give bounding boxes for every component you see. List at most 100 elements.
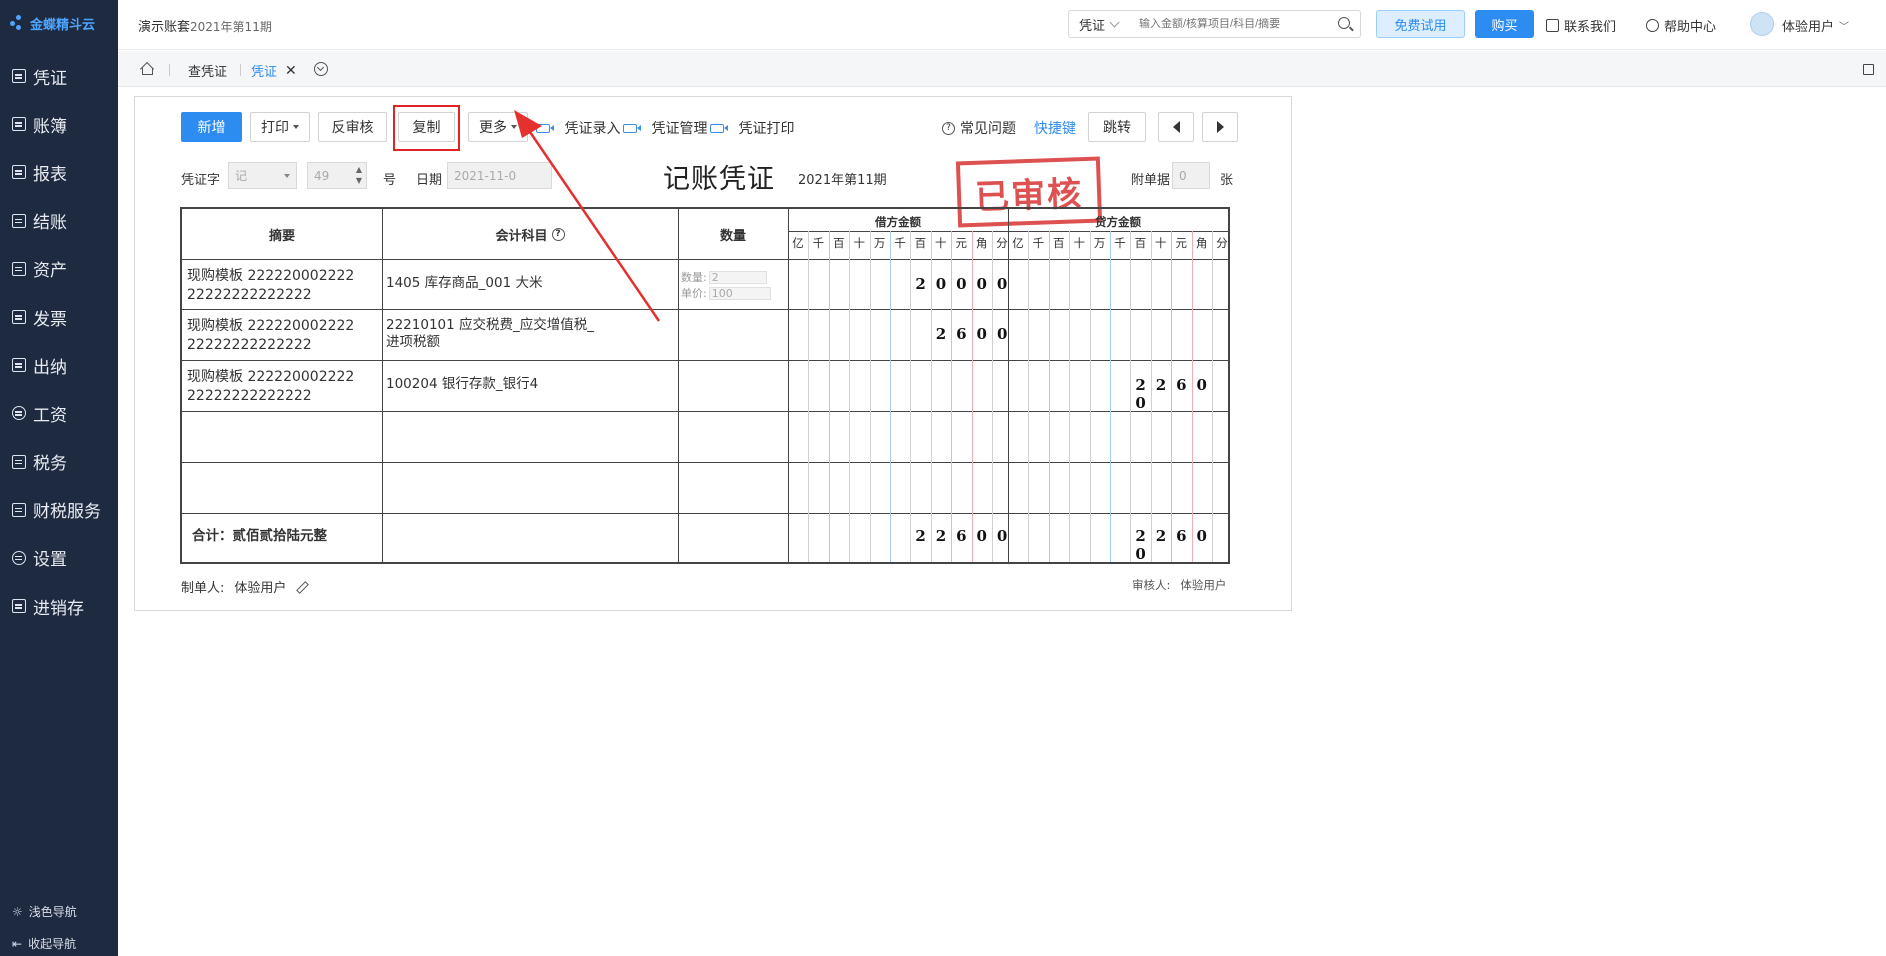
digit-unit: 角	[1195, 236, 1208, 250]
digit-unit: 亿	[1012, 236, 1024, 250]
sidebar-item[interactable]: 资产	[0, 245, 118, 293]
sidebar-item[interactable]: 发票	[0, 293, 118, 341]
search-type-select[interactable]: 凭证	[1069, 15, 1139, 34]
account-cell[interactable]: 100204 银行存款_银行4	[386, 376, 606, 393]
sidebar: 金蝶精斗云 凭证 账簿 报表 结账 资产 发票出纳工资 税务 财税服务 设置 进销存 ☼ 浅色导航…	[0, 0, 118, 956]
close-icon[interactable]: ✕	[285, 63, 297, 79]
voucher-print-link[interactable]: 凭证打印	[710, 118, 794, 138]
prev-voucher-button[interactable]	[1158, 112, 1194, 142]
faq-link[interactable]: ? 常见问题	[942, 118, 1016, 138]
price-input-row[interactable]: 单价: 100	[681, 285, 771, 301]
edit-icon[interactable]	[296, 581, 308, 593]
nav-icon	[12, 165, 26, 180]
column-divider	[382, 209, 383, 562]
help-link[interactable]: 帮助中心	[1646, 16, 1716, 35]
header-account-label: 会计科目	[495, 229, 548, 244]
shortcut-link[interactable]: 快捷键	[1034, 118, 1076, 138]
nav-icon	[12, 406, 26, 421]
nav-icon	[12, 550, 26, 565]
account-cell[interactable]: 1405 库存商品_001 大米	[386, 275, 606, 292]
stepper-arrows-icon[interactable]: ▲ ▼	[356, 164, 362, 186]
summary-cell[interactable]: 现购模板 222220002222 22222222222222	[187, 267, 377, 305]
sidebar-item[interactable]: 出纳	[0, 341, 118, 389]
search-icon[interactable]	[1330, 11, 1360, 37]
voucher-period: 2021年第11期	[798, 173, 887, 188]
nav-icon	[12, 213, 26, 228]
main-content: 新增 打印 反审核 复制 更多 凭证录入 凭证管理 凭证打印 ? 常见问题 快捷…	[118, 88, 1886, 956]
sidebar-item-label: 出纳	[33, 357, 67, 378]
free-trial-button[interactable]: 免费试用	[1376, 10, 1465, 38]
sidebar-item[interactable]: 工资	[0, 389, 118, 437]
sidebar-item[interactable]: 税务	[0, 438, 118, 486]
attachments-unit: 张	[1220, 173, 1234, 188]
fullscreen-icon[interactable]	[1863, 64, 1874, 75]
contact-link[interactable]: 联系我们	[1546, 16, 1616, 35]
digit-grid-line	[1089, 231, 1091, 562]
chevron-down-icon	[1109, 17, 1120, 27]
voucher-panel: 新增 打印 反审核 复制 更多 凭证录入 凭证管理 凭证打印 ? 常见问题 快捷…	[134, 96, 1292, 611]
nav-icon	[12, 502, 26, 517]
digit-grid-line	[890, 231, 891, 562]
home-icon[interactable]	[140, 62, 153, 75]
debit-amount[interactable]: 20000	[910, 275, 1012, 293]
qty-field[interactable]: 2	[708, 270, 767, 284]
buy-button[interactable]: 购买	[1475, 10, 1534, 38]
credit-amount[interactable]: 2 2 6 00	[1130, 376, 1228, 412]
sidebar-item[interactable]: 设置	[0, 534, 118, 582]
voucher-title: 记账凭证	[663, 164, 775, 195]
voucher-entry-link[interactable]: 凭证录入	[536, 118, 620, 138]
summary-cell[interactable]: 现购模板 222220002222 22222222222222	[187, 317, 377, 355]
attachments-field[interactable]: 0	[1172, 162, 1210, 189]
header-credit: 贷方金额	[1095, 215, 1141, 229]
sidebar-item[interactable]: 进销存	[0, 582, 118, 630]
digit-grid-line	[1069, 231, 1071, 562]
row-divider	[182, 309, 1228, 310]
search-input[interactable]	[1139, 18, 1330, 30]
tabs-dropdown-icon[interactable]	[314, 62, 328, 76]
digit-unit: 角	[975, 236, 988, 250]
new-button[interactable]: 新增	[181, 112, 242, 142]
account-title[interactable]: 演示账套2021年第11期	[138, 16, 272, 35]
voucher-number-suffix: 号	[383, 173, 397, 188]
avatar[interactable]	[1750, 12, 1774, 36]
column-divider	[678, 209, 679, 562]
theme-toggle[interactable]: ☼ 浅色导航	[12, 903, 77, 920]
sidebar-item[interactable]: 账簿	[0, 100, 118, 148]
row-divider	[182, 462, 1228, 463]
qty-input-row[interactable]: 数量: 2	[681, 269, 767, 285]
print-button[interactable]: 打印	[250, 112, 310, 142]
summary-cell[interactable]: 现购模板 222220002222 22222222222222	[187, 368, 377, 406]
jump-button[interactable]: 跳转	[1088, 112, 1146, 142]
sidebar-item[interactable]: 结账	[0, 197, 118, 245]
digit-unit: 千	[894, 236, 906, 250]
price-field[interactable]: 100	[708, 286, 771, 300]
header-account: 会计科目 ?	[382, 225, 678, 244]
question-icon[interactable]: ?	[551, 228, 565, 241]
collapse-nav[interactable]: ⇤ 收起导航	[12, 935, 76, 952]
sidebar-item[interactable]: 凭证	[0, 52, 118, 100]
tab-voucher[interactable]: 凭证 ✕	[251, 61, 297, 81]
digit-unit: 亿	[792, 236, 804, 250]
more-button[interactable]: 更多	[468, 112, 528, 142]
row-divider	[182, 259, 1228, 260]
voucher-number-stepper[interactable]: 49 ▲ ▼	[307, 162, 367, 189]
sidebar-nav: 凭证 账簿 报表 结账 资产 发票出纳工资 税务 财税服务 设置 进销存	[0, 52, 118, 630]
digit-unit: 千	[812, 236, 825, 250]
digit-grid-line	[1048, 231, 1050, 562]
brand-logo[interactable]: 金蝶精斗云	[10, 12, 95, 34]
sidebar-item[interactable]: 财税服务	[0, 486, 118, 534]
tab-query-voucher[interactable]: 查凭证	[188, 61, 227, 80]
next-voucher-button[interactable]	[1202, 112, 1238, 142]
sidebar-item[interactable]: 报表	[0, 148, 118, 196]
date-field[interactable]: 2021-11-0	[447, 162, 552, 189]
digit-unit: 百	[1134, 236, 1147, 250]
voucher-word-select[interactable]: 记	[228, 162, 297, 189]
voucher-manage-link[interactable]: 凭证管理	[623, 118, 707, 138]
caret-left-icon	[1172, 121, 1180, 133]
debit-amount[interactable]: 2600	[931, 325, 1013, 343]
nav-icon	[12, 358, 26, 373]
account-cell[interactable]: 22210101 应交税费_应交增值税_进项税额	[386, 317, 606, 351]
unaudit-button[interactable]: 反审核	[318, 112, 387, 142]
user-menu[interactable]: 体验用户 ﹀	[1782, 16, 1849, 35]
digit-unit: 元	[955, 236, 967, 250]
